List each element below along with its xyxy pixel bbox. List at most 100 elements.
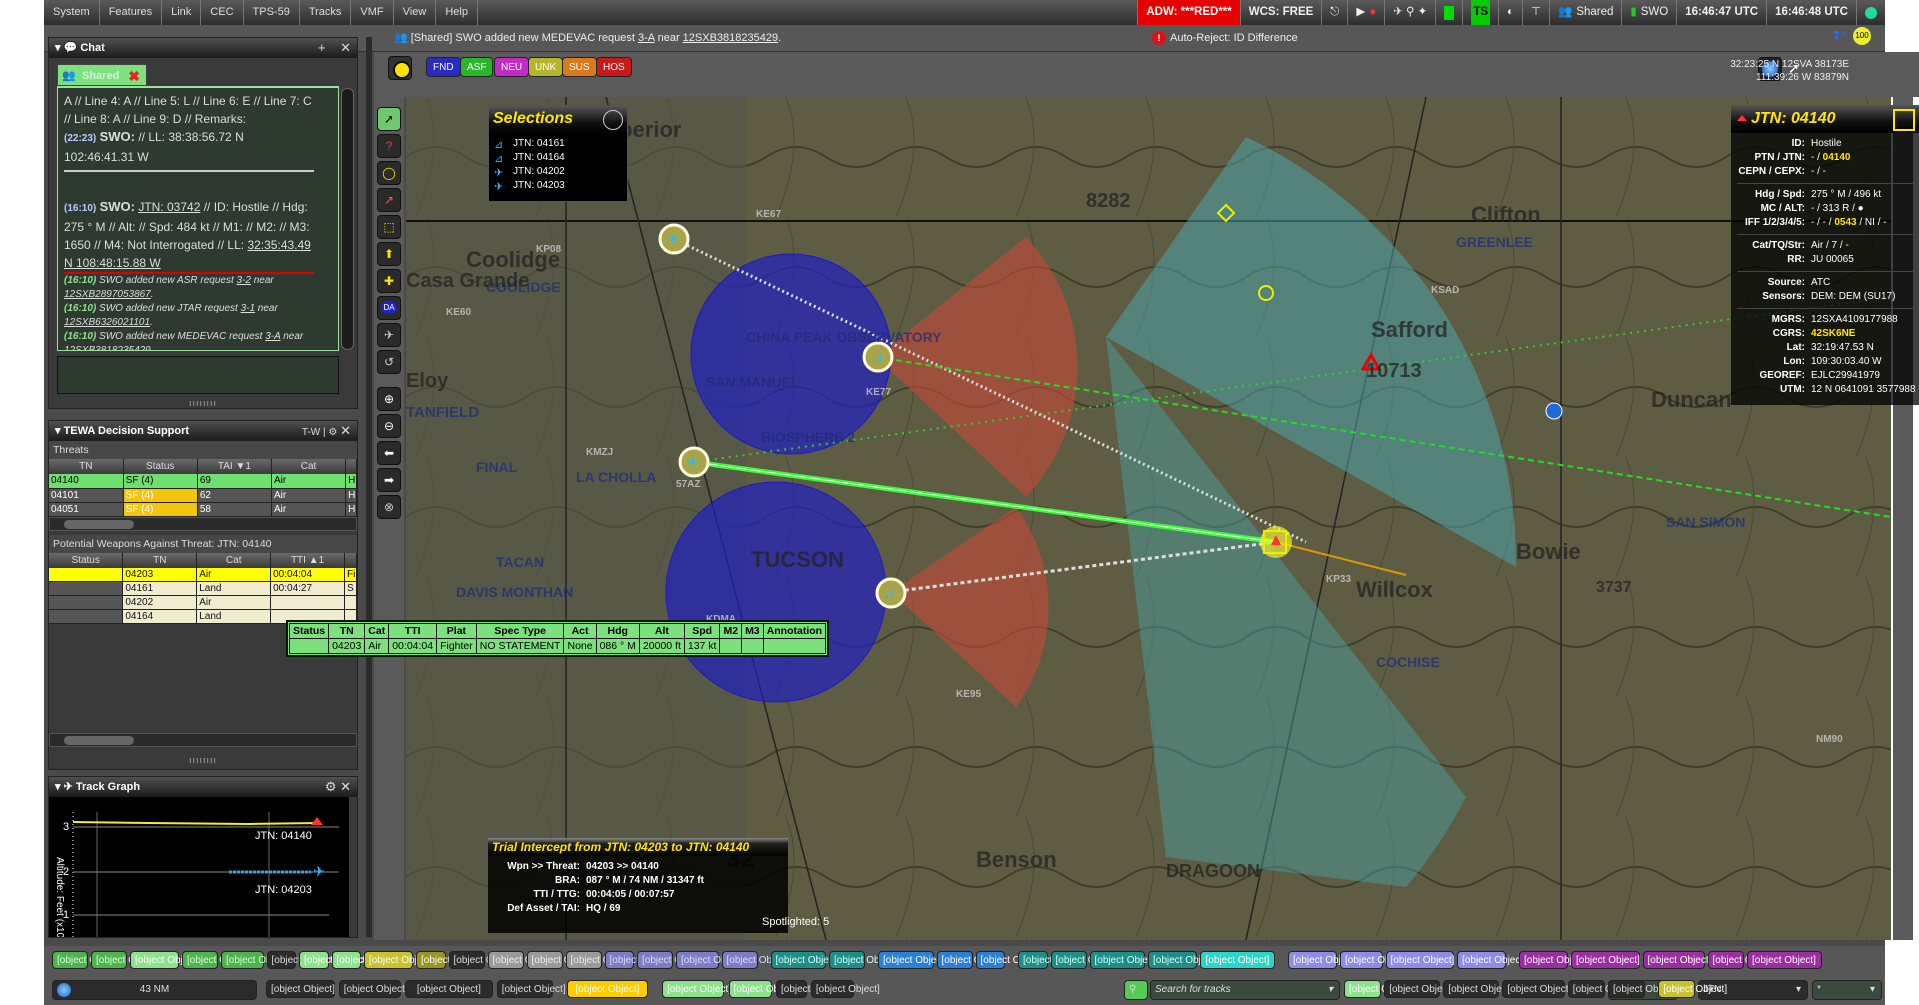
alert-count-icon[interactable]: ❢²	[1832, 29, 1845, 42]
layer-locs-button[interactable]: [object Object]	[182, 951, 251, 969]
action-force-button[interactable]: [object Object]	[728, 980, 797, 998]
splitter[interactable]	[366, 37, 372, 937]
layer-lnd-pts-button[interactable]: [object Object]	[878, 951, 947, 969]
column-header[interactable]: TN	[122, 552, 198, 568]
action-edit--button[interactable]: [object Object]	[496, 980, 566, 998]
play-record-icon[interactable]: ▶ ●	[1347, 0, 1384, 25]
message-count-icon[interactable]: 100	[1853, 27, 1871, 45]
close-tab-icon[interactable]: ✖	[128, 65, 140, 87]
menu-help[interactable]: Help	[436, 0, 478, 25]
layer-cities-button[interactable]: [object Object]	[130, 951, 199, 969]
layer-history-button[interactable]: [object Object]	[770, 951, 839, 969]
track-search-input[interactable]: Search for tracks ▾	[1150, 980, 1340, 1000]
layer-sovb-button[interactable]: [object Object]	[565, 951, 634, 969]
action--jtar--button[interactable]: [object Object]	[266, 980, 335, 998]
column-header[interactable]: TAI ▼1	[197, 459, 272, 474]
layer-magnifier-button[interactable]: [object Object]	[1571, 951, 1640, 969]
layer-msct-button[interactable]: [object Object]	[1707, 951, 1776, 969]
threat-row[interactable]: 04140 SF (4) 69 Air H	[49, 474, 357, 489]
action-jtcw-import-button[interactable]: [object Object]	[566, 980, 649, 998]
reset-view-icon[interactable]: ⊗	[377, 495, 401, 519]
layer-apts-button[interactable]: [object Object]	[52, 951, 121, 969]
filter-select[interactable]: * ▾	[1812, 980, 1882, 1000]
mgrs-link[interactable]: 12SXB6326021101	[64, 317, 150, 328]
resize-grip[interactable]: ıııııııı	[49, 755, 357, 765]
layer-das-button[interactable]: [object Object]	[299, 951, 368, 969]
layer-alerts-button[interactable]: [object Object]	[1519, 951, 1588, 969]
da-tool-icon[interactable]: DA	[377, 296, 401, 320]
layer-ports-button[interactable]: [object Object]	[221, 951, 290, 969]
menu-link[interactable]: Link	[162, 0, 202, 25]
action-c-s-button[interactable]: [object Object]	[776, 980, 845, 998]
layer-hpts-button[interactable]: [object Object]	[91, 951, 160, 969]
layer-medevac-button[interactable]: [object Object]	[1089, 951, 1158, 969]
layer-beacon-button[interactable]: [object Object]	[1288, 951, 1357, 969]
adw-status[interactable]: ADW: ***RED***	[1137, 0, 1240, 25]
filter-helo-button[interactable]: [object Object]	[1608, 980, 1677, 998]
layer-radar-button[interactable]: [object Object]	[1340, 951, 1409, 969]
request-link[interactable]: 3-A	[265, 331, 280, 342]
shared-indicator[interactable]: 👥 Shared	[1549, 0, 1621, 25]
chat-scrollbar[interactable]	[341, 88, 354, 350]
layer-unassigned-button[interactable]: [object Object]	[1200, 951, 1275, 969]
filter-sus-button[interactable]: SUS	[562, 57, 597, 77]
mgrs-link[interactable]: 12SXB3818235429	[64, 345, 151, 350]
pan-right-icon[interactable]: ➡	[377, 468, 401, 492]
filter-fnd-button[interactable]: FND	[426, 57, 461, 77]
column-header[interactable]: TN	[49, 459, 124, 474]
layer-mgrs-button[interactable]: [object Object]	[487, 951, 556, 969]
layer-cib-button[interactable]: [object Object]	[416, 951, 485, 969]
action--medevac--button[interactable]: [object Object]	[405, 980, 493, 998]
weapon-row[interactable]: 04161 Land 00:04:27 S	[49, 581, 357, 596]
close-circle-icon[interactable]	[603, 110, 623, 130]
filter-acms-button[interactable]: [object Object]	[1658, 980, 1727, 998]
cross-tool-icon[interactable]: ✚	[377, 269, 401, 293]
exit-icon[interactable]: ⎋	[1321, 0, 1347, 25]
wcs-status[interactable]: WCS: FREE	[1239, 0, 1322, 25]
gear-icon[interactable]: ⚙	[328, 427, 337, 438]
action-annot-button[interactable]: [object Object]	[810, 980, 880, 998]
close-icon[interactable]: ✕	[340, 423, 351, 438]
request-link[interactable]: 3-2	[237, 275, 251, 286]
filter-low-alt-button[interactable]: [object Object]	[1384, 980, 1453, 998]
scale-bar[interactable]: 43 NM	[52, 980, 257, 1000]
pan-left-icon[interactable]: ⬅	[377, 441, 401, 465]
select-tool-icon[interactable]: ➚	[377, 107, 401, 131]
selection-item[interactable]: ⊿ JTN: 04164	[489, 152, 627, 166]
layer-mez-button[interactable]: [object Object]	[331, 951, 400, 969]
collapse-icon[interactable]: ▾ 💬	[55, 42, 80, 54]
layer-jtar-button[interactable]: [object Object]	[1050, 951, 1119, 969]
threat-row[interactable]: 04101 SF (4) 62 Air H	[49, 488, 357, 503]
ts-indicator[interactable]: TS	[1462, 0, 1498, 25]
layer-doctrine-button[interactable]: [object Object]	[1642, 951, 1711, 969]
layer-suas-button[interactable]: [object Object]	[721, 951, 790, 969]
filter-unk-button[interactable]: UNK	[528, 57, 564, 77]
selection-item[interactable]: ⊿ JTN: 04161	[489, 138, 627, 152]
query-tool-icon[interactable]: ?	[377, 134, 401, 158]
zoom-out-icon[interactable]: ⊖	[377, 414, 401, 438]
search-icon[interactable]: ⚲	[1124, 980, 1148, 1000]
green-status-icon[interactable]	[1435, 0, 1462, 25]
weapon-row[interactable]: 04203 Air 00:04:04 Fi	[49, 567, 357, 582]
weapon-row[interactable]: 04202 Air	[49, 595, 357, 610]
filter-hos-button[interactable]: HOS	[596, 57, 632, 77]
layer-strobe-button[interactable]: [object Object]	[1457, 951, 1526, 969]
action-preserve-button[interactable]: [object Object]	[662, 980, 731, 998]
column-header[interactable]	[344, 552, 357, 568]
area-select-icon[interactable]: ⬚	[377, 215, 401, 239]
circle-tool-icon[interactable]: ◯	[377, 161, 401, 185]
filter-pref-button[interactable]: [object Object]	[1567, 980, 1637, 998]
track-link[interactable]: JTN: 03742	[138, 200, 200, 214]
layer-ats-button[interactable]: [object Object]	[604, 951, 673, 969]
action--asr--button[interactable]: [object Object]	[338, 980, 408, 998]
tactical-map[interactable]: ✈ ⊿ ✈ ⊿ Superior Coolidge COOLIDGE Casa Gra…	[406, 97, 1891, 940]
brightness-icon[interactable]: ◐	[1498, 0, 1522, 25]
column-header[interactable]: Cat	[271, 459, 347, 474]
layer-charts-button[interactable]: [object Object]	[364, 951, 433, 969]
mgrs-link[interactable]: 12SXB2897053867	[64, 289, 151, 300]
resize-grip[interactable]: ıııııııı	[49, 398, 357, 408]
menu-system[interactable]: System	[44, 0, 100, 25]
layer-cas-button[interactable]: [object Object]	[975, 951, 1044, 969]
intercept-tool-icon[interactable]: ↗	[377, 188, 401, 212]
menu-tracks[interactable]: Tracks	[300, 0, 352, 25]
